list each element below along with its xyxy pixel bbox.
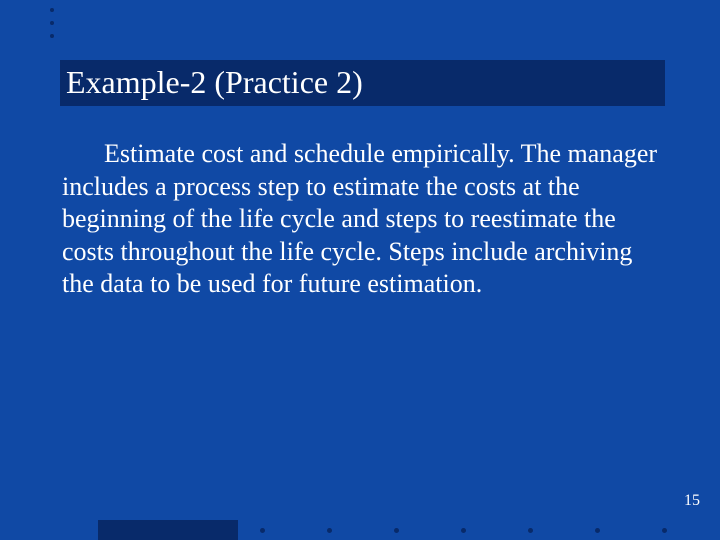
dot-icon [50,21,54,25]
dot-icon [528,528,533,533]
dot-icon [50,34,54,38]
bottom-decorative-dots [260,528,667,533]
bottom-decorative-bar [98,520,238,540]
dot-icon [461,528,466,533]
body-paragraph: Estimate cost and schedule empirically. … [62,139,657,298]
dot-icon [50,8,54,12]
dot-icon [260,528,265,533]
dot-icon [662,528,667,533]
page-number: 15 [684,492,700,510]
title-bar: Example-2 (Practice 2) [60,60,665,106]
dot-icon [394,528,399,533]
dot-icon [595,528,600,533]
top-decorative-dots [50,8,54,38]
slide-body: Estimate cost and schedule empirically. … [62,138,662,301]
slide-title: Example-2 (Practice 2) [66,65,363,100]
dot-icon [327,528,332,533]
slide: Example-2 (Practice 2) Estimate cost and… [0,0,720,540]
